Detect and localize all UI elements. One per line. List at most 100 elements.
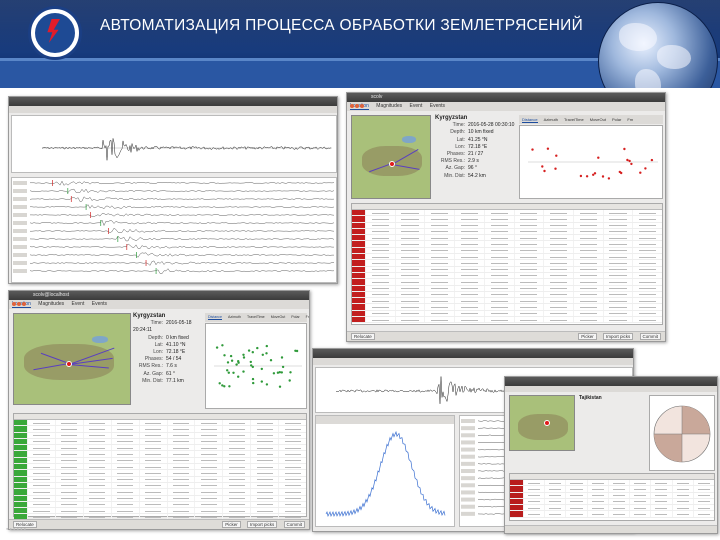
residual-point[interactable]	[261, 353, 264, 356]
residual-point[interactable]	[252, 381, 255, 385]
residual-point[interactable]	[281, 365, 285, 369]
window-titlebar[interactable]: scolv@localhost	[9, 291, 309, 306]
station-label[interactable]	[13, 245, 27, 249]
focal-mechanism-plot[interactable]	[649, 395, 715, 471]
row-status-cell[interactable]	[510, 480, 523, 486]
station-label[interactable]	[461, 497, 475, 502]
plot-tab[interactable]: Fm	[627, 117, 633, 122]
row-status-cell[interactable]	[14, 420, 27, 426]
station-label[interactable]	[13, 181, 27, 185]
residual-point[interactable]	[265, 352, 268, 355]
arrivals-table[interactable]	[509, 473, 715, 521]
station-label[interactable]	[461, 511, 475, 516]
row-status-cell[interactable]	[352, 304, 365, 310]
station-label[interactable]	[13, 205, 27, 209]
residual-point[interactable]	[531, 148, 534, 151]
residual-point[interactable]	[543, 169, 546, 173]
station-label[interactable]	[461, 433, 475, 438]
residual-plot[interactable]	[519, 125, 663, 199]
residual-point[interactable]	[215, 346, 219, 349]
tab-event[interactable]: Event	[72, 301, 85, 307]
commit-button[interactable]: Commit	[639, 333, 661, 340]
picker-button[interactable]: Picker	[222, 521, 241, 528]
window-titlebar[interactable]	[9, 97, 337, 112]
plot-tabs[interactable]: Distance Azimuth TravelTime MoveOut Polar Fm	[519, 115, 663, 124]
residual-point[interactable]	[288, 379, 291, 382]
row-status-cell[interactable]	[352, 210, 365, 216]
plot-tab[interactable]: TravelTime	[564, 117, 584, 122]
residual-point[interactable]	[650, 158, 654, 162]
row-status-cell[interactable]	[14, 470, 27, 476]
residual-point[interactable]	[265, 383, 269, 386]
station-label[interactable]	[461, 469, 475, 473]
window-titlebar[interactable]	[505, 377, 717, 392]
event-map[interactable]	[351, 115, 431, 199]
commit-button[interactable]: Commit	[283, 521, 305, 528]
row-status-cell[interactable]	[510, 492, 523, 498]
residual-point[interactable]	[265, 344, 268, 348]
station-label[interactable]	[461, 461, 475, 466]
residual-point[interactable]	[242, 356, 246, 359]
location-tabs[interactable]: Location Magnitudes Event Events	[347, 102, 665, 111]
residual-point[interactable]	[620, 171, 623, 175]
residual-point[interactable]	[585, 175, 589, 178]
residual-plot[interactable]	[205, 323, 307, 409]
row-status-cell[interactable]	[14, 508, 27, 514]
row-status-cell[interactable]	[352, 254, 365, 260]
plot-tab[interactable]: Polar	[612, 117, 621, 122]
row-status-cell[interactable]	[352, 228, 365, 235]
residual-point[interactable]	[221, 344, 224, 347]
plot-tab[interactable]: Azimuth	[544, 117, 558, 122]
residual-point[interactable]	[541, 165, 544, 168]
row-status-cell[interactable]	[14, 426, 27, 432]
residual-point[interactable]	[278, 385, 282, 388]
residual-point[interactable]	[294, 349, 297, 352]
row-status-cell[interactable]	[14, 438, 27, 445]
row-status-cell[interactable]	[352, 272, 365, 279]
residual-point[interactable]	[555, 154, 558, 157]
station-label[interactable]	[461, 490, 475, 495]
arrivals-table[interactable]	[13, 413, 307, 521]
residual-point[interactable]	[230, 359, 234, 362]
waveform-viewer-window[interactable]	[8, 96, 338, 284]
toolbar[interactable]	[505, 386, 717, 392]
residual-point[interactable]	[644, 167, 647, 170]
plot-tab[interactable]: MoveOut	[271, 315, 286, 319]
residual-point[interactable]	[597, 156, 600, 159]
row-status-cell[interactable]	[352, 222, 365, 228]
plot-tab[interactable]: MoveOut	[590, 117, 606, 122]
import-picks-button[interactable]: Import picks	[246, 521, 278, 528]
row-status-cell[interactable]	[14, 495, 27, 501]
tab-event[interactable]: Event	[410, 103, 423, 109]
waveform-main-plot[interactable]	[11, 115, 337, 173]
row-status-cell[interactable]	[510, 486, 523, 492]
row-status-cell[interactable]	[14, 451, 27, 457]
station-label[interactable]	[461, 476, 475, 481]
station-label[interactable]	[13, 229, 27, 233]
residual-point[interactable]	[607, 177, 611, 180]
row-status-cell[interactable]	[352, 298, 365, 304]
residual-point[interactable]	[237, 375, 240, 378]
relocate-button[interactable]: Relocate	[351, 333, 375, 340]
station-label[interactable]	[461, 483, 475, 488]
residual-point[interactable]	[250, 364, 253, 367]
station-label[interactable]	[13, 261, 27, 265]
row-status-cell[interactable]	[352, 317, 365, 323]
residual-point[interactable]	[228, 385, 231, 388]
toolbar[interactable]	[9, 106, 337, 113]
row-status-cell[interactable]	[352, 266, 365, 272]
residual-point[interactable]	[601, 175, 605, 178]
row-status-cell[interactable]	[14, 501, 27, 508]
tab-events[interactable]: Events	[92, 301, 107, 307]
toolbar[interactable]	[313, 358, 633, 365]
residual-point[interactable]	[592, 173, 595, 176]
station-label[interactable]	[13, 221, 27, 225]
residual-point[interactable]	[232, 371, 235, 374]
focal-mechanism-window[interactable]: Tajikistan	[504, 376, 718, 534]
row-status-cell[interactable]	[352, 235, 365, 241]
residual-point[interactable]	[242, 370, 245, 373]
row-status-cell[interactable]	[352, 247, 365, 254]
residual-point[interactable]	[546, 147, 550, 150]
residual-point[interactable]	[218, 382, 221, 385]
residual-point[interactable]	[280, 371, 283, 374]
